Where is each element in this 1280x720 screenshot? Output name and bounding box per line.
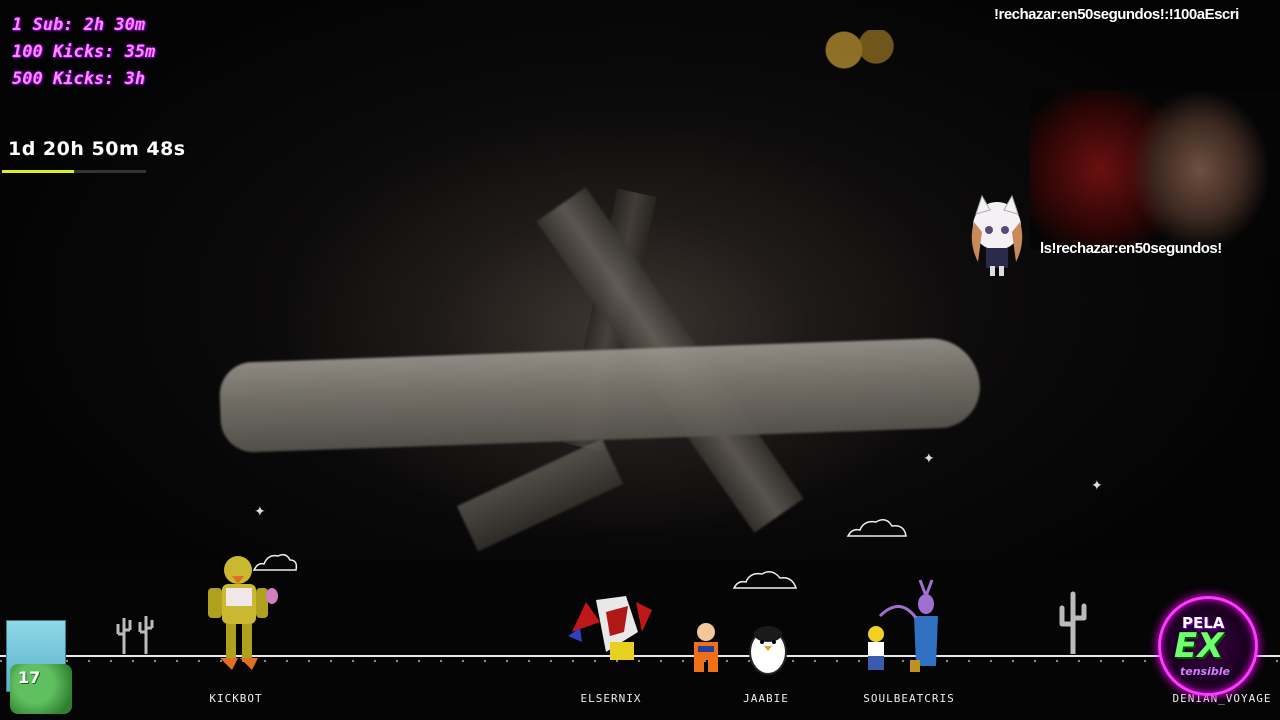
chica-character-icon — [208, 556, 278, 670]
webcam-feed — [1030, 90, 1280, 250]
krillin-character-icon — [694, 623, 718, 672]
fallen-log-main — [218, 336, 982, 454]
timer-progress-fill — [2, 170, 74, 173]
sparkle-icon: ✦ — [923, 451, 935, 467]
player-name-jaabie: JAABIE — [743, 692, 789, 705]
cactus-icon — [116, 616, 154, 654]
anime-mascot-icon — [971, 194, 1023, 276]
logo-ex-text: EX — [1174, 626, 1224, 666]
subathon-timer: 1d 20h 50m 48s — [8, 138, 186, 160]
sparkle-icon: ✦ — [1091, 478, 1103, 494]
goal-100-kicks: 100 Kicks: 35m — [12, 42, 156, 62]
level-number: 17 — [18, 668, 41, 687]
logo-bottom-text: tensible — [1180, 665, 1230, 678]
autumn-leaves — [820, 30, 900, 70]
cloud-icon — [732, 571, 798, 589]
penguin-character-icon — [749, 626, 787, 675]
sparkle-icon: ✦ — [254, 504, 266, 520]
cloud-icon — [846, 519, 907, 537]
cactus-icon — [1059, 591, 1087, 654]
homer-and-beerus-character-icon — [868, 579, 938, 672]
goal-500-kicks: 500 Kicks: 3h — [12, 69, 146, 89]
ticker-mid: ls!rechazar:en50segundos! — [1040, 240, 1222, 257]
goals-panel: 1 Sub: 2h 30m 100 Kicks: 35m 500 Kicks: … — [12, 12, 155, 93]
dragon-character-icon — [568, 596, 652, 660]
ticker-top: !rechazar:en50segundos!:!100aEscri — [994, 6, 1239, 23]
game-view — [0, 0, 1280, 560]
player-name-soulbeatcris: SOULBEATCRIS — [863, 692, 955, 705]
player-name-kickbot: KICKBOT — [209, 692, 263, 705]
fallen-log-lower — [456, 438, 624, 552]
goal-sub: 1 Sub: 2h 30m — [12, 15, 146, 35]
timer-progress-bar — [2, 170, 146, 173]
player-name-elsernix: ELSERNIX — [580, 692, 642, 705]
stream-scene: 1 Sub: 2h 30m 100 Kicks: 35m 500 Kicks: … — [0, 0, 1280, 720]
